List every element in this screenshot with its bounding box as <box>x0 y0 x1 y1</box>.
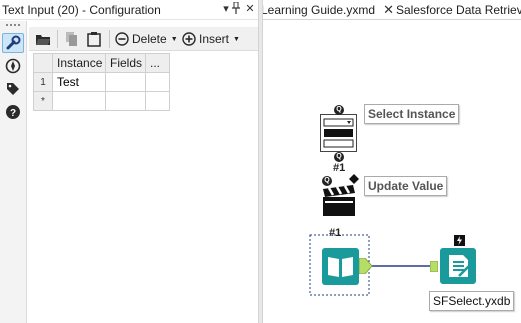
toolbar-grip <box>6 24 20 26</box>
row-number[interactable]: 1 <box>33 72 53 92</box>
question-anchor-icon[interactable]: Q <box>334 105 344 115</box>
output-file-icon <box>440 248 476 284</box>
lightning-icon <box>454 235 465 246</box>
grid-corner[interactable] <box>33 53 53 73</box>
pin-icon[interactable] <box>229 1 243 17</box>
column-header[interactable]: Instance <box>52 53 106 73</box>
chevron-down-icon: ▼ <box>170 35 178 43</box>
grid-cell[interactable]: Test <box>52 72 106 92</box>
delete-button[interactable]: Delete ▼ <box>115 29 178 49</box>
tab-salesforce-data-retrieve[interactable]: Salesforce Data Retrieve <box>396 0 521 19</box>
svg-text:?: ? <box>10 108 16 119</box>
document-tab-bar: Learning Guide.yxmd ✕ Salesforce Data Re… <box>263 0 521 20</box>
input-anchor-icon[interactable] <box>430 261 438 272</box>
text-input-tool[interactable] <box>322 248 359 285</box>
minus-circle-icon <box>115 32 129 46</box>
text-input-hash-label: #1 <box>329 227 342 239</box>
configuration-title-bar: Text Input (20) - Configuration ▾ ✕ <box>0 0 258 20</box>
new-row-marker[interactable]: * <box>33 91 53 111</box>
help-icon[interactable]: ? <box>2 102 24 122</box>
question-input-anchor-icon[interactable]: Q <box>322 176 332 186</box>
tab-learning-guide[interactable]: Learning Guide.yxmd ✕ <box>263 0 394 19</box>
grid-cell[interactable] <box>105 91 146 111</box>
select-instance-annotation: Select Instance <box>364 104 460 124</box>
compass-icon[interactable] <box>2 56 24 76</box>
grid-header-row: Instance Fields ... <box>33 53 170 73</box>
question-output-anchor-icon[interactable]: Q <box>334 152 344 162</box>
action-diamond-anchor-icon[interactable] <box>349 174 359 184</box>
copy-icon[interactable] <box>65 29 79 49</box>
output-annotation: SFSelect.yxdb <box>429 291 515 311</box>
column-header[interactable]: ... <box>145 53 170 73</box>
paste-icon[interactable] <box>87 29 101 49</box>
close-panel-button[interactable]: ✕ <box>243 2 257 17</box>
table-row-new: * <box>33 91 170 111</box>
tag-icon[interactable] <box>2 79 24 99</box>
grid-cell[interactable] <box>105 72 146 92</box>
wrench-icon[interactable] <box>2 33 24 53</box>
close-icon[interactable]: ✕ <box>383 2 394 18</box>
select-instance-tool[interactable] <box>320 114 357 152</box>
toolbar-separator <box>57 30 58 48</box>
table-row: 1 Test <box>33 72 170 92</box>
workflow-canvas[interactable]: Q Q Select Instance #1 Q Update Value #1 <box>263 21 521 323</box>
output-anchor-icon[interactable] <box>359 258 373 274</box>
dropdown-tool-icon <box>320 114 357 152</box>
delete-label: Delete <box>132 32 167 46</box>
plus-circle-icon <box>182 32 196 46</box>
configuration-toolbar: Delete ▼ Insert ▼ <box>29 27 258 51</box>
grid-cell[interactable] <box>52 91 106 111</box>
salesforce-output-tool[interactable] <box>440 248 476 284</box>
text-input-grid: Instance Fields ... 1 Test * <box>33 53 170 111</box>
configuration-side-toolbar: ? <box>0 21 27 323</box>
insert-button[interactable]: Insert ▼ <box>182 29 240 49</box>
update-value-tool[interactable] <box>322 183 356 217</box>
toolbar-separator <box>109 30 110 48</box>
column-header[interactable]: Fields <box>105 53 146 73</box>
grid-cell[interactable] <box>145 72 170 92</box>
chevron-down-icon: ▼ <box>233 35 240 43</box>
canvas-drawing <box>309 234 433 296</box>
update-value-annotation: Update Value <box>364 176 448 196</box>
book-icon <box>322 248 359 285</box>
clapperboard-icon <box>323 185 355 216</box>
tab-label: Learning Guide.yxmd <box>263 3 376 17</box>
open-folder-icon[interactable] <box>35 29 51 49</box>
grid-cell[interactable] <box>145 91 170 111</box>
tab-label: Salesforce Data Retrieve <box>396 3 521 17</box>
action-hash-label: #1 <box>333 162 346 174</box>
configuration-title: Text Input (20) - Configuration <box>2 3 161 17</box>
insert-label: Insert <box>199 32 230 46</box>
